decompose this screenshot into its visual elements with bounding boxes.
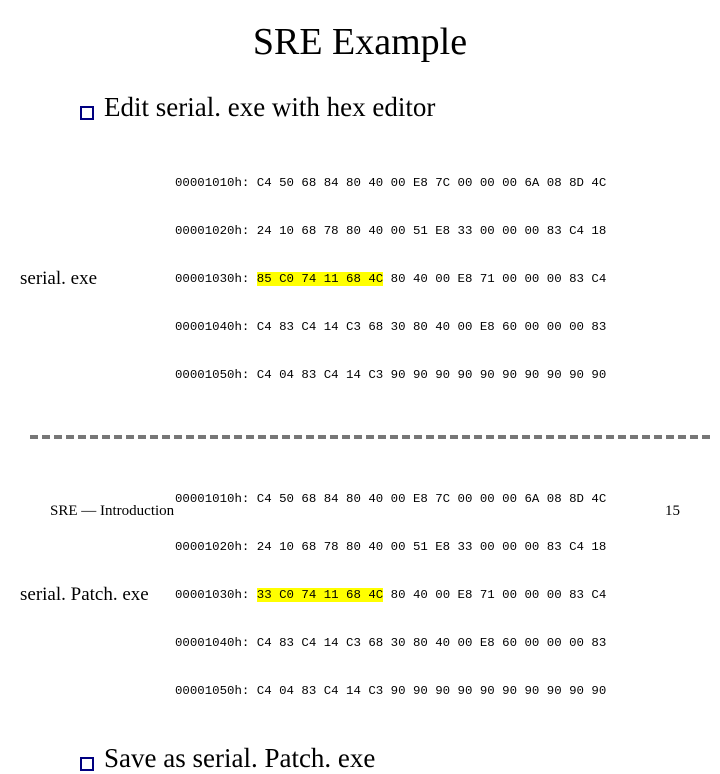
hexdump-serial: 00001010h: C4 50 68 84 80 40 00 E8 7C 00… bbox=[175, 143, 606, 415]
bullet-edit-text: Edit serial. exe with hex editor bbox=[104, 92, 435, 123]
bullet-box-icon bbox=[80, 106, 94, 120]
hex-highlight: 33 C0 74 11 68 4C bbox=[257, 588, 383, 602]
hex-row: 00001040h: C4 83 C4 14 C3 68 30 80 40 00… bbox=[175, 319, 606, 335]
hex-row: 00001010h: C4 50 68 84 80 40 00 E8 7C 00… bbox=[175, 175, 606, 191]
hex-row: 00001050h: C4 04 83 C4 14 C3 90 90 90 90… bbox=[175, 367, 606, 383]
page-title: SRE Example bbox=[0, 0, 720, 64]
hex-row: 00001020h: 24 10 68 78 80 40 00 51 E8 33… bbox=[175, 223, 606, 239]
divider bbox=[30, 435, 710, 439]
hexdump-patch: 00001010h: C4 50 68 84 80 40 00 E8 7C 00… bbox=[175, 459, 606, 731]
page-number: 15 bbox=[665, 503, 680, 520]
bullet-save-text: Save as serial. Patch. exe bbox=[104, 743, 375, 774]
hex-highlight: 85 C0 74 11 68 4C bbox=[257, 272, 383, 286]
hexblock-serial: serial. exe 00001010h: C4 50 68 84 80 40… bbox=[20, 143, 720, 415]
footer: SRE — Introduction 15 bbox=[50, 503, 680, 520]
hexblock-patch: serial. Patch. exe 00001010h: C4 50 68 8… bbox=[20, 459, 720, 731]
bullet-box-icon bbox=[80, 757, 94, 771]
bullet-save: Save as serial. Patch. exe bbox=[80, 743, 720, 774]
hex-row: 00001030h: 33 C0 74 11 68 4C 80 40 00 E8… bbox=[175, 587, 606, 603]
hex-row: 00001050h: C4 04 83 C4 14 C3 90 90 90 90… bbox=[175, 683, 606, 699]
label-patch: serial. Patch. exe bbox=[20, 584, 175, 606]
hex-row: 00001020h: 24 10 68 78 80 40 00 51 E8 33… bbox=[175, 539, 606, 555]
footer-left: SRE — Introduction bbox=[50, 503, 174, 520]
bullet-edit: Edit serial. exe with hex editor bbox=[80, 92, 720, 123]
hex-row: 00001040h: C4 83 C4 14 C3 68 30 80 40 00… bbox=[175, 635, 606, 651]
hex-row: 00001030h: 85 C0 74 11 68 4C 80 40 00 E8… bbox=[175, 271, 606, 287]
label-serial: serial. exe bbox=[20, 268, 175, 290]
